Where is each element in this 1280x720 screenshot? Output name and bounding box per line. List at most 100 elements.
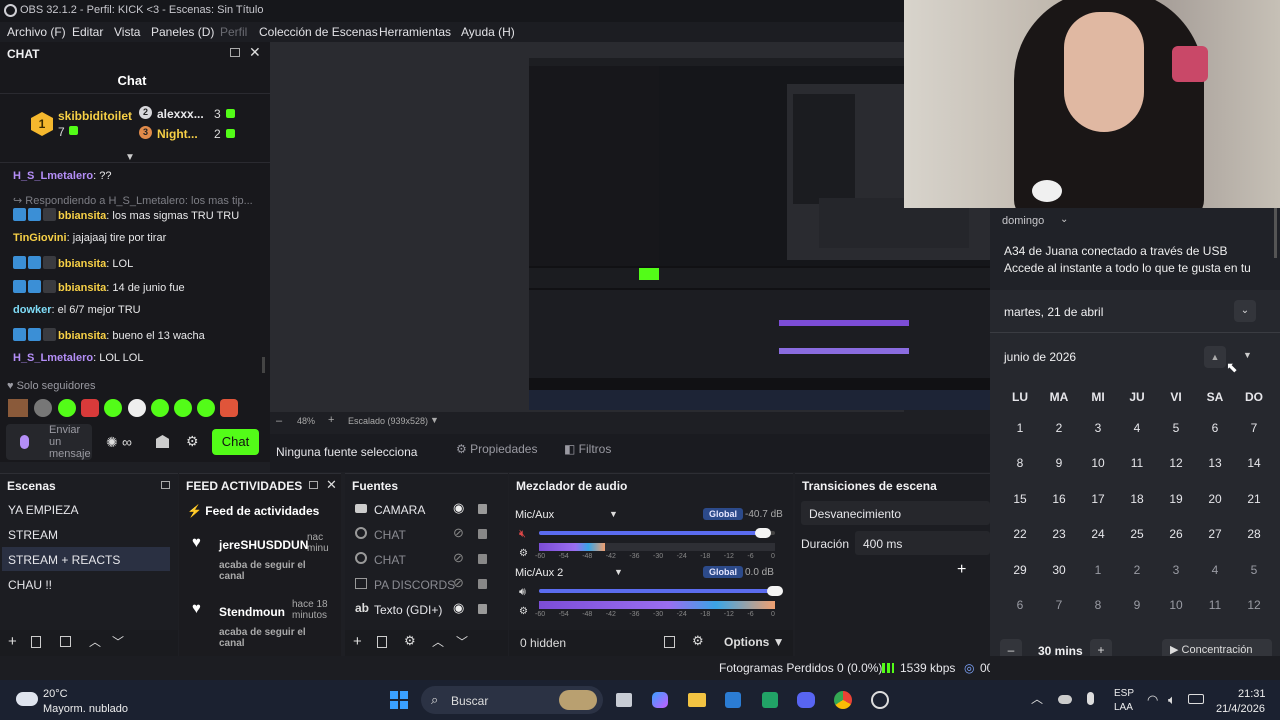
- chevron-down-icon[interactable]: ▼: [609, 509, 618, 519]
- move-down-icon[interactable]: ﹀: [456, 633, 468, 650]
- calendar-day[interactable]: 15: [1001, 492, 1039, 506]
- calendar-day[interactable]: 3: [1079, 421, 1117, 435]
- close-dock-icon[interactable]: ✕: [326, 477, 337, 493]
- filters-button[interactable]: ◧ Filtros: [564, 442, 611, 456]
- chevron-down-icon[interactable]: ⌄: [1060, 214, 1068, 225]
- menu-vista[interactable]: Vista: [114, 25, 140, 39]
- scene-item[interactable]: STREAM: [2, 522, 170, 546]
- calendar-day[interactable]: 11: [1118, 456, 1156, 470]
- discord-icon[interactable]: [797, 692, 815, 708]
- transition-select[interactable]: Desvanecimiento: [801, 501, 990, 525]
- onedrive-icon[interactable]: [1058, 695, 1072, 704]
- zoom-out-button[interactable]: –: [276, 415, 282, 427]
- source-item[interactable]: CHAT ⊘: [347, 522, 506, 546]
- volume-slider[interactable]: [539, 528, 775, 538]
- calendar-day[interactable]: 3: [1157, 563, 1195, 577]
- move-up-icon[interactable]: ︿: [89, 633, 101, 650]
- lock-icon[interactable]: [478, 554, 487, 564]
- calendar-day[interactable]: 10: [1157, 598, 1195, 612]
- calendar-day[interactable]: 4: [1118, 421, 1156, 435]
- layout-toggle-icon[interactable]: [664, 636, 675, 648]
- calendar-day[interactable]: 9: [1118, 598, 1156, 612]
- menu-archivo[interactable]: Archivo (F): [7, 25, 66, 39]
- mic-icon[interactable]: [20, 435, 29, 449]
- windows-start-icon[interactable]: [390, 691, 408, 709]
- calendar-day[interactable]: 30: [1040, 563, 1078, 577]
- calendar-day[interactable]: 27: [1196, 527, 1234, 541]
- calendar-day[interactable]: 16: [1040, 492, 1078, 506]
- visibility-eye-icon[interactable]: ◉: [453, 600, 464, 616]
- calendar-day[interactable]: 14: [1235, 456, 1273, 470]
- float-dock-icon[interactable]: [309, 481, 318, 489]
- chevron-up-icon[interactable]: ︿: [1031, 690, 1043, 707]
- menu-coleccion-escenas[interactable]: Colección de Escenas: [259, 25, 378, 39]
- weather-temp[interactable]: 20°C: [43, 688, 68, 700]
- hidden-eye-icon[interactable]: ⊘: [453, 550, 464, 566]
- source-item[interactable]: PA DISCORDS ⊘: [347, 572, 506, 596]
- weather-cloud-icon[interactable]: [16, 692, 38, 706]
- scene-item[interactable]: CHAU !!: [2, 572, 170, 596]
- file-explorer-icon[interactable]: [688, 693, 706, 707]
- audio-settings-icon[interactable]: ⚙: [519, 548, 528, 559]
- calendar-day[interactable]: 12: [1235, 598, 1273, 612]
- calendar-day[interactable]: 13: [1196, 456, 1234, 470]
- float-dock-icon[interactable]: [161, 481, 170, 489]
- scene-filters-icon[interactable]: [60, 636, 71, 647]
- calendar-day[interactable]: 5: [1157, 421, 1195, 435]
- source-item[interactable]: CHAT ⊘: [347, 547, 506, 571]
- calendar-day[interactable]: 22: [1001, 527, 1039, 541]
- hidden-eye-icon[interactable]: ⊘: [453, 575, 464, 591]
- hidden-eye-icon[interactable]: ⊘: [453, 525, 464, 541]
- calendar-day[interactable]: 28: [1235, 527, 1273, 541]
- remove-source-icon[interactable]: [377, 636, 387, 648]
- word-icon[interactable]: [725, 692, 741, 708]
- calendar-month[interactable]: junio de 2026: [1004, 350, 1076, 364]
- chat-input[interactable]: Enviar un mensaje: [6, 424, 92, 460]
- menu-perfil[interactable]: Perfil: [220, 25, 247, 39]
- calendar-day[interactable]: 8: [1001, 456, 1039, 470]
- volume-icon[interactable]: 🔈︎: [1168, 692, 1176, 708]
- move-down-icon[interactable]: ﹀: [112, 633, 124, 650]
- speaker-icon[interactable]: 🔊︎: [519, 586, 526, 599]
- float-dock-icon[interactable]: [230, 48, 240, 57]
- previous-month-button[interactable]: ▲: [1204, 346, 1226, 368]
- zoom-in-button[interactable]: +: [328, 414, 334, 426]
- calendar-day[interactable]: 8: [1079, 598, 1117, 612]
- emote-bar[interactable]: [8, 399, 240, 417]
- calendar-day[interactable]: 17: [1079, 492, 1117, 506]
- mic-icon[interactable]: [1087, 692, 1094, 705]
- calendar-day[interactable]: 21: [1235, 492, 1273, 506]
- lock-icon[interactable]: [478, 579, 487, 589]
- volume-slider[interactable]: [539, 586, 783, 596]
- calendar-day[interactable]: 10: [1079, 456, 1117, 470]
- calendar-day[interactable]: 19: [1157, 492, 1195, 506]
- add-source-button[interactable]: +: [353, 633, 362, 650]
- chevron-down-icon[interactable]: ▼: [614, 567, 623, 577]
- clock-date[interactable]: 21/4/2026: [1216, 703, 1265, 715]
- calendar-day[interactable]: 25: [1118, 527, 1156, 541]
- notification-title[interactable]: A34 de Juana conectado a través de USB: [1004, 244, 1227, 258]
- scene-item[interactable]: YA EMPIEZA: [2, 497, 170, 521]
- calendar-day[interactable]: 9: [1040, 456, 1078, 470]
- add-transition-button[interactable]: +: [957, 561, 966, 579]
- calendar-day[interactable]: 20: [1196, 492, 1234, 506]
- muted-speaker-icon[interactable]: 🔇︎: [519, 528, 526, 541]
- mixer-options-button[interactable]: Options ▼: [724, 635, 785, 649]
- settings-gear-icon[interactable]: ⚙: [186, 433, 199, 450]
- collapse-calendar-button[interactable]: ⌄: [1234, 300, 1256, 322]
- lock-icon[interactable]: [478, 504, 487, 514]
- lock-icon[interactable]: [478, 529, 487, 539]
- close-dock-icon[interactable]: ✕: [249, 44, 261, 61]
- visibility-eye-icon[interactable]: ◉: [453, 500, 464, 516]
- properties-button[interactable]: ⚙ Propiedades: [456, 442, 537, 456]
- taskbar-search[interactable]: ⌕ Buscar: [421, 686, 603, 714]
- calendar-day[interactable]: 18: [1118, 492, 1156, 506]
- notification-day[interactable]: domingo: [1002, 215, 1044, 227]
- clock-time[interactable]: 21:31: [1238, 688, 1266, 700]
- excel-icon[interactable]: [762, 692, 778, 708]
- chrome-icon[interactable]: [834, 691, 852, 709]
- source-item[interactable]: CAMARA ◉: [347, 497, 506, 521]
- notification-body[interactable]: Accede al instante a todo lo que te gust…: [1004, 261, 1251, 275]
- region-code[interactable]: LAA: [1114, 702, 1133, 713]
- lock-icon[interactable]: [478, 604, 487, 614]
